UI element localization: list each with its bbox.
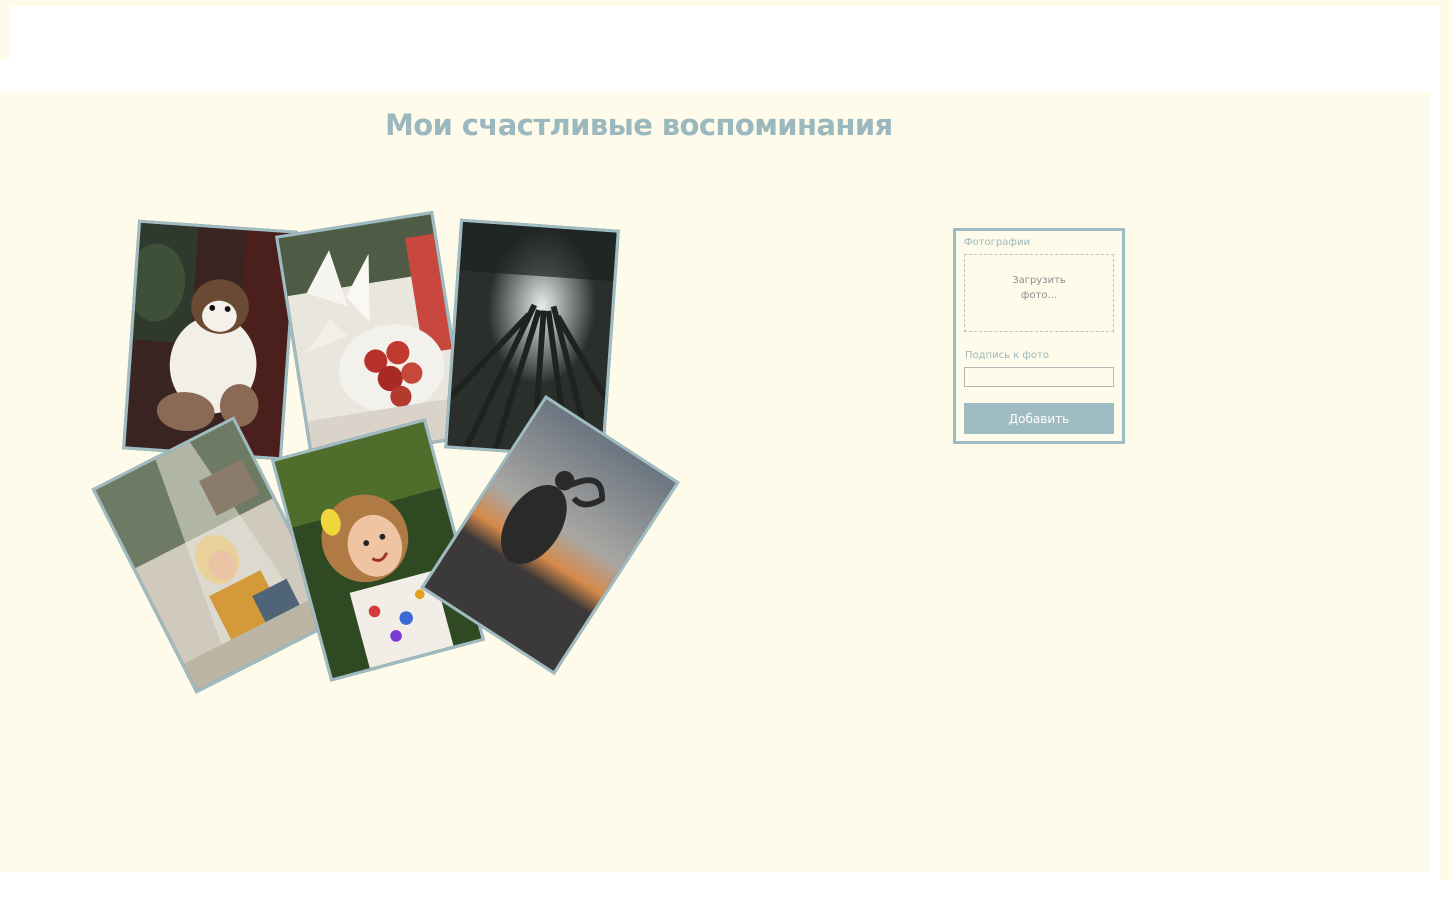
page-title: Мои счастливые воспоминания (385, 108, 893, 142)
photo-upload-dropzone[interactable]: Загрузить фото... (964, 254, 1114, 332)
upload-text: Загрузить фото... (1012, 275, 1066, 301)
caption-label: Подпись к фото (965, 350, 1049, 361)
add-photo-form: Фотографии Загрузить фото... Подпись к ф… (953, 228, 1125, 444)
header-bar (9, 6, 1440, 92)
header-bar-step (5, 60, 11, 92)
caption-input[interactable] (964, 367, 1114, 387)
photo-card-puppy[interactable] (122, 219, 298, 461)
add-button[interactable]: Добавить (964, 403, 1114, 434)
photos-label: Фотографии (964, 237, 1030, 248)
right-edge-strip (1440, 0, 1452, 880)
header-left-edge (0, 6, 9, 60)
